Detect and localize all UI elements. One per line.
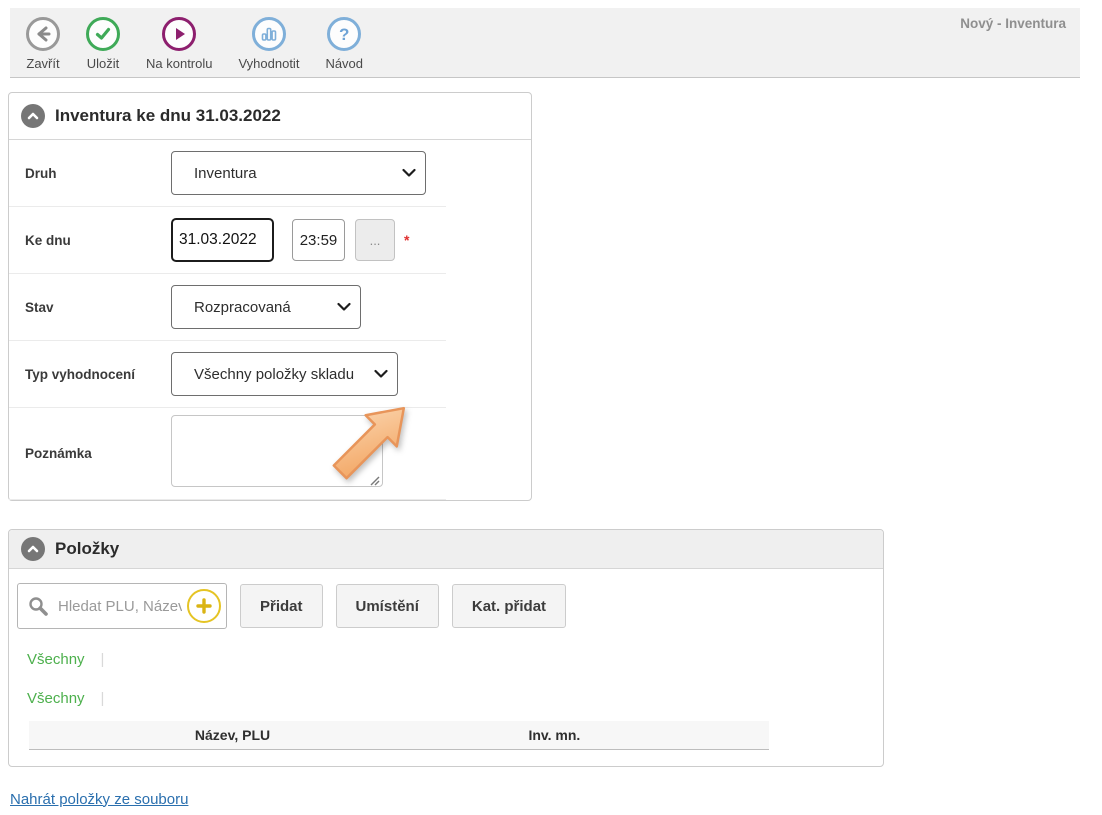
collapse-chevron-icon[interactable]: [21, 104, 45, 128]
filter-all-link-1[interactable]: Všechny: [27, 651, 85, 668]
back-arrow-icon: [26, 17, 60, 51]
evaluate-button[interactable]: Vyhodnotit: [238, 17, 299, 77]
column-header-nazev-plu[interactable]: Název, PLU: [29, 721, 436, 749]
filter-row-2: Všechny |: [27, 690, 871, 707]
inventory-form-title: Inventura ke dnu 31.03.2022: [55, 106, 281, 126]
typ-vyhodnoceni-select[interactable]: Všechny položky skladu: [171, 352, 398, 396]
date-picker-button[interactable]: ...: [355, 219, 395, 261]
items-panel: Položky Přidat Umístění Kat. přidat Všec…: [8, 529, 884, 767]
save-button[interactable]: Uložit: [86, 17, 120, 77]
required-asterisk: *: [404, 232, 409, 248]
time-field[interactable]: [292, 219, 345, 261]
save-button-label: Uložit: [87, 56, 120, 71]
poznamka-textarea[interactable]: [171, 415, 383, 487]
filter-separator: |: [101, 690, 105, 707]
stav-select-wrap: Rozpracovaná: [171, 285, 361, 329]
column-header-inv-mn[interactable]: Inv. mn.: [436, 721, 673, 749]
ke-dnu-label: Ke dnu: [25, 233, 171, 248]
column-header-empty: [673, 721, 769, 749]
close-button-label: Zavřít: [26, 56, 59, 71]
form-row-typ-vyhodnoceni: Typ vyhodnocení Všechny položky skladu: [9, 341, 446, 408]
collapse-chevron-icon[interactable]: [21, 537, 45, 561]
search-wrap: [17, 583, 227, 629]
check-icon: [86, 17, 120, 51]
close-button[interactable]: Zavřít: [26, 17, 60, 77]
play-icon: [162, 17, 196, 51]
filter-separator: |: [101, 651, 105, 668]
filter-all-link-2[interactable]: Všechny: [27, 690, 85, 707]
add-plus-icon[interactable]: [187, 589, 221, 623]
items-panel-body: Přidat Umístění Kat. přidat Všechny | Vše…: [9, 569, 883, 766]
stav-select[interactable]: Rozpracovaná: [171, 285, 361, 329]
upload-items-link[interactable]: Nahrát položky ze souboru: [10, 791, 188, 808]
druh-label: Druh: [25, 166, 171, 181]
toolbar: Zavřít Uložit Na kontrolu Vyhodnotit ? N…: [10, 8, 1080, 78]
add-item-button[interactable]: Přidat: [240, 584, 323, 628]
poznamka-label: Poznámka: [25, 446, 171, 461]
evaluate-button-label: Vyhodnotit: [238, 56, 299, 71]
form-row-stav: Stav Rozpracovaná: [9, 274, 446, 341]
help-button-label: Návod: [325, 56, 363, 71]
help-button[interactable]: ? Návod: [325, 17, 363, 77]
form-row-druh: Druh Inventura: [9, 140, 446, 207]
items-table: Název, PLU Inv. mn.: [29, 721, 769, 750]
add-category-button[interactable]: Kat. přidat: [452, 584, 566, 628]
druh-select-wrap: Inventura: [171, 151, 426, 195]
items-search-row: Přidat Umístění Kat. přidat: [17, 583, 871, 629]
search-icon: [27, 595, 49, 617]
question-icon: ?: [327, 17, 361, 51]
filter-row-1: Všechny |: [27, 651, 871, 668]
submit-for-check-label: Na kontrolu: [146, 56, 212, 71]
items-table-header-row: Název, PLU Inv. mn.: [29, 721, 769, 749]
items-panel-title: Položky: [55, 539, 119, 559]
items-panel-header: Položky: [9, 530, 883, 569]
stav-label: Stav: [25, 300, 171, 315]
druh-select[interactable]: Inventura: [171, 151, 426, 195]
date-field[interactable]: [171, 218, 274, 262]
location-button[interactable]: Umístění: [336, 584, 439, 628]
bar-chart-icon: [252, 17, 286, 51]
inventory-form-panel: Inventura ke dnu 31.03.2022 Druh Inventu…: [8, 92, 532, 501]
form-row-ke-dnu: Ke dnu ... *: [9, 207, 446, 274]
typ-vyhodnoceni-label: Typ vyhodnocení: [25, 367, 171, 382]
form-row-poznamka: Poznámka: [9, 408, 446, 500]
inventory-form-header: Inventura ke dnu 31.03.2022: [9, 93, 531, 140]
poznamka-textarea-wrap: [171, 415, 383, 492]
submit-for-check-button[interactable]: Na kontrolu: [146, 17, 212, 77]
page-context-title: Nový - Inventura: [960, 16, 1066, 31]
typ-select-wrap: Všechny položky skladu: [171, 352, 398, 396]
